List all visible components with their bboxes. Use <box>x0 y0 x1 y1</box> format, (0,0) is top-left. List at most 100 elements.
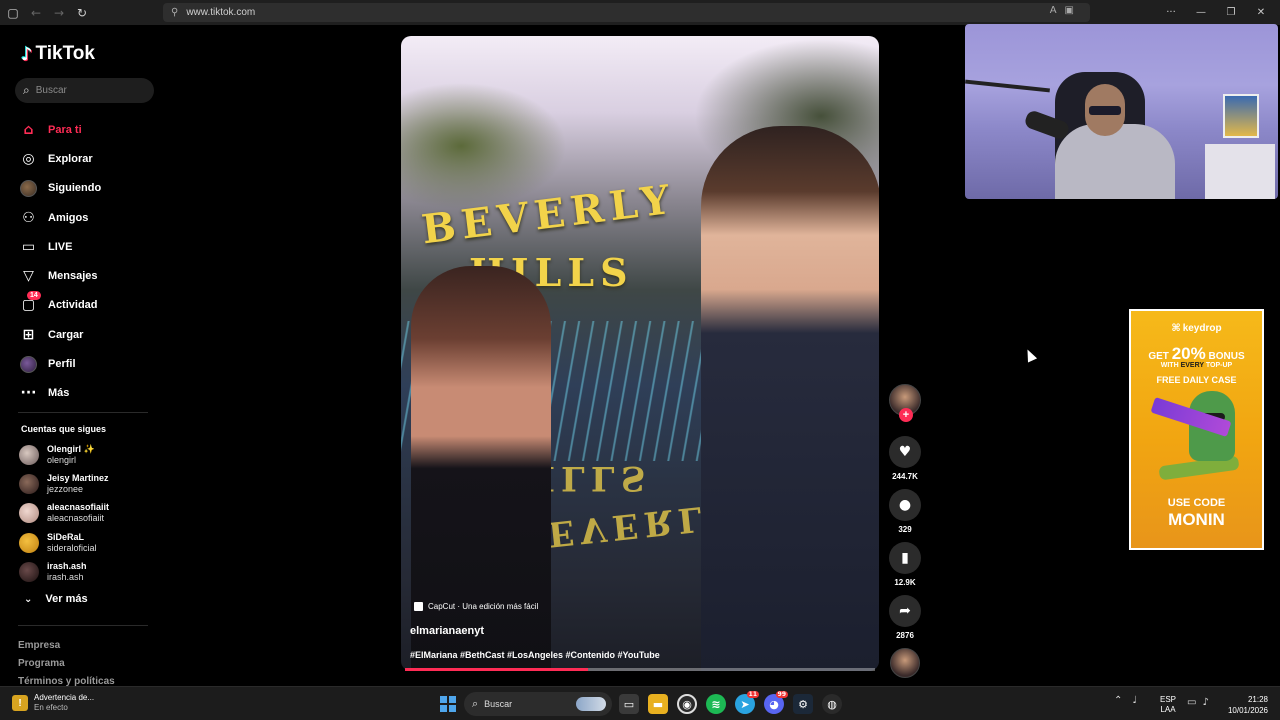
microphone-icon[interactable]: ♩ <box>1132 695 1137 706</box>
main-nav: ⌂ Para ti ◎ Explorar Siguiendo ⚇ Amigos … <box>20 115 101 408</box>
divider <box>18 412 148 413</box>
video-author[interactable]: elmarianaenyt <box>410 625 484 637</box>
nav-item-actividad[interactable]: ▢ 14 Actividad <box>20 290 101 320</box>
nav-item-mas[interactable]: ··· Más <box>20 379 101 408</box>
chevron-up-icon[interactable]: ⌃ <box>1114 695 1122 706</box>
nav-item-para-ti[interactable]: ⌂ Para ti <box>20 115 101 144</box>
account-name: SiDeRaL <box>47 531 85 542</box>
footer-links: Empresa Programa Términos y políticas <box>18 637 115 691</box>
clock-date: 10/01/2026 <box>1227 706 1268 715</box>
reload-icon[interactable]: ↻ <box>72 3 92 23</box>
messages-icon: ▽ <box>23 268 34 285</box>
following-account[interactable]: Jeisy Martinez jezzonee <box>19 469 109 498</box>
search-box[interactable]: ⌕ <box>15 78 154 103</box>
video-player[interactable]: BEVERLY HILLS HILLS BEVERLY <box>401 36 879 671</box>
system-tray: ⌃ ♩ <box>1114 695 1137 706</box>
back-icon[interactable]: ← <box>26 3 46 23</box>
chrome-icon[interactable]: ◉ <box>677 694 697 714</box>
search-input[interactable] <box>35 85 136 96</box>
creator-avatar[interactable]: + <box>889 384 921 422</box>
upload-icon: ⊞ <box>22 326 35 343</box>
obs-icon[interactable]: ◍ <box>822 694 842 714</box>
account-name: aleacnasofiaiit <box>47 502 110 513</box>
account-username: aleacnasofiaiit <box>47 513 105 524</box>
nav-item-explorar[interactable]: ◎ Explorar <box>20 144 101 173</box>
taskbar-clock[interactable]: 21:28 10/01/2026 <box>1224 694 1268 716</box>
streamer-body <box>1055 124 1175 199</box>
nav-item-live[interactable]: ▭ LIVE <box>20 232 101 261</box>
address-bar[interactable]: ⚲ www.tiktok.com A▣ <box>163 3 1090 22</box>
translate-icon[interactable]: A▣ <box>1050 5 1082 16</box>
site-info-icon[interactable]: ⚲ <box>171 7 178 18</box>
like-button[interactable]: ♥ <box>889 436 921 468</box>
restore-icon[interactable]: ❐ <box>1218 3 1244 21</box>
share-button[interactable]: ➦ <box>889 595 921 627</box>
tiktok-note-icon: ♪ <box>21 43 33 65</box>
avatar <box>19 473 39 494</box>
following-account[interactable]: irash.ash irash.ash <box>19 557 109 586</box>
minimize-icon[interactable]: — <box>1188 3 1214 21</box>
ad-promo-code: MONIN <box>1168 510 1225 529</box>
share-icon: ➦ <box>899 603 911 619</box>
nav-item-amigos[interactable]: ⚇ Amigos <box>20 203 101 232</box>
nav-label: Actividad <box>48 299 98 312</box>
account-username: olengirl <box>47 454 77 465</box>
more-options-icon[interactable]: ··· <box>1158 3 1184 21</box>
spotify-icon[interactable]: ≋ <box>706 694 726 714</box>
capcut-label: CapCut · Una edición más fácil <box>428 602 539 611</box>
file-explorer-icon[interactable]: ▬ <box>648 694 668 714</box>
forward-icon[interactable]: → <box>49 3 69 23</box>
address-url: www.tiktok.com <box>186 7 256 18</box>
network-volume-icons[interactable]: ▭♪ <box>1187 697 1215 708</box>
telegram-icon[interactable]: ➤ 11 <box>735 691 759 714</box>
following-account[interactable]: SiDeRaL sideraloficial <box>19 528 109 557</box>
account-name: irash.ash <box>47 560 87 571</box>
save-count: 12.9K <box>894 578 916 587</box>
taskbar-alert[interactable]: ! Advertencia de... En efecto <box>12 693 94 713</box>
taskbar-search[interactable]: ⌕ Buscar <box>464 692 612 716</box>
following-account[interactable]: Olengirl ✨ olengirl <box>19 440 109 469</box>
windows-start-icon[interactable] <box>440 696 456 712</box>
nav-item-siguiendo[interactable]: Siguiendo <box>20 174 101 203</box>
close-icon[interactable]: ✕ <box>1248 3 1274 21</box>
tiktok-logo[interactable]: ♪ TikTok <box>21 43 95 65</box>
video-progress-bar[interactable] <box>405 668 875 671</box>
save-button[interactable]: ▮ <box>889 542 921 574</box>
see-more-button[interactable]: ⌄ Ver más <box>24 593 88 605</box>
comment-button[interactable]: ● <box>889 489 921 521</box>
nav-label: Para ti <box>48 123 82 136</box>
task-view-icon[interactable]: ▭ <box>619 694 639 714</box>
live-icon: ▭ <box>21 238 36 255</box>
account-username: jezzonee <box>47 483 84 494</box>
video-hashtags[interactable]: #ElMariana #BethCast #LosAngeles #Conten… <box>410 650 660 660</box>
ad-daily-case: FREE DAILY CASE <box>1156 375 1237 385</box>
music-disc[interactable] <box>890 648 920 678</box>
sidebar-toggle-icon[interactable]: ▢ <box>3 3 23 23</box>
mic-arm <box>965 79 1050 93</box>
search-highlight-image <box>576 697 606 711</box>
divider <box>18 625 148 626</box>
search-icon: ⌕ <box>23 83 30 97</box>
capcut-tag[interactable]: CapCut · Una edición más fácil <box>414 602 538 611</box>
footer-link-programa[interactable]: Programa <box>18 655 115 673</box>
nav-label: Explorar <box>48 152 93 165</box>
keydrop-logo-icon: ⌘ <box>1171 323 1181 334</box>
footer-link-empresa[interactable]: Empresa <box>18 637 115 655</box>
mouse-cursor <box>1022 347 1038 363</box>
nav-item-mensajes[interactable]: ▽ Mensajes <box>20 261 101 290</box>
nav-item-perfil[interactable]: Perfil <box>20 349 101 378</box>
avatar <box>19 444 39 465</box>
window-controls: ··· — ❐ ✕ <box>1158 3 1274 21</box>
streamer-glasses <box>1089 106 1121 115</box>
following-account[interactable]: aleacnasofiaiit aleacnasofiaiit <box>19 499 109 528</box>
browser-toolbar: ▢ ← → ↻ ⚲ www.tiktok.com A▣ ··· — ❐ ✕ <box>0 0 1280 25</box>
follow-plus-icon[interactable]: + <box>899 408 913 422</box>
language-indicator[interactable]: ESP LAA <box>1160 695 1176 715</box>
keydrop-ad[interactable]: ⌘ keydrop GET 20% BONUS WITH EVERY TOP-UP… <box>1129 309 1264 550</box>
nav-item-cargar[interactable]: ⊞ Cargar <box>20 320 101 349</box>
comment-icon: ● <box>898 497 912 513</box>
steam-icon[interactable]: ⚙ <box>793 694 813 714</box>
discord-icon[interactable]: ◕ 99 <box>764 691 788 714</box>
scene-sign-top: BEVERLY <box>419 175 679 254</box>
webcam-overlay <box>965 24 1278 199</box>
